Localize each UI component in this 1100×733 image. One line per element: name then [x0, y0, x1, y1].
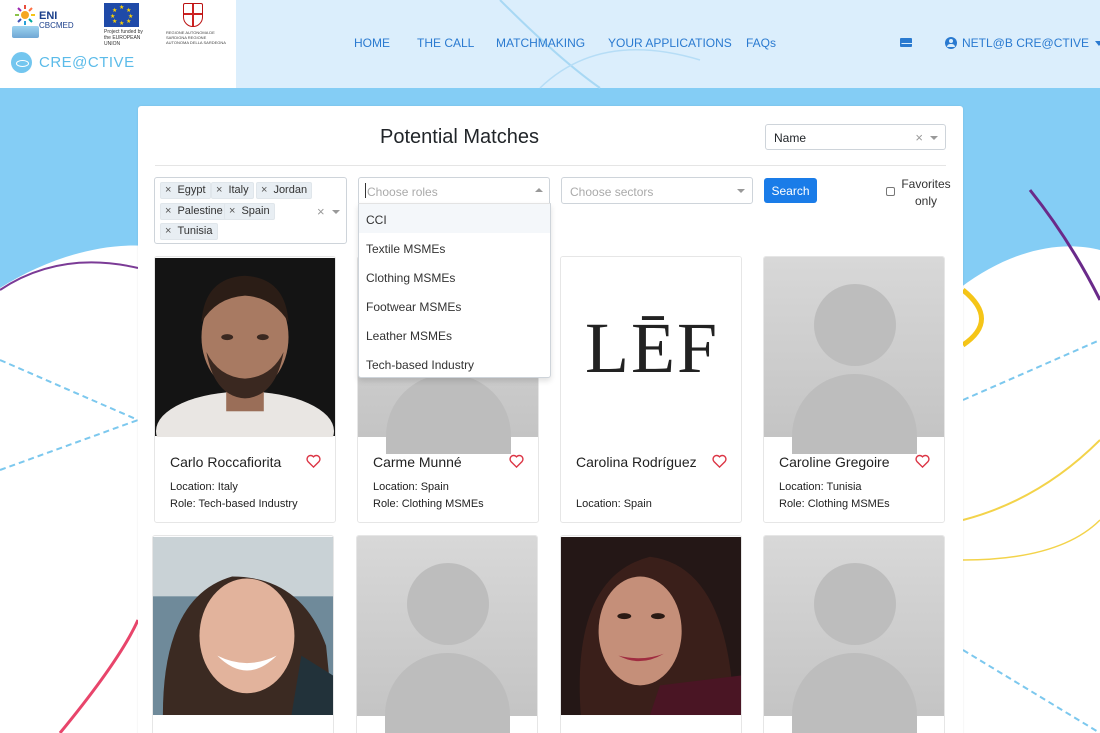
- profile-location: Location: Spain: [576, 498, 652, 510]
- sardegna-logo: REGIONE AUTONOMA DE SARDIGNA REGIONE AUT…: [166, 3, 226, 45]
- country-chip-spain: × Spain: [224, 203, 275, 220]
- mediterranean-map-icon: [12, 26, 39, 38]
- sort-clear-icon[interactable]: ×: [915, 130, 923, 145]
- nav-the-call[interactable]: THE CALL: [417, 36, 474, 50]
- profile-location: Location: Italy: [170, 481, 238, 493]
- chevron-down-icon: [930, 136, 938, 140]
- profile-card[interactable]: [152, 535, 334, 733]
- profile-photo: [155, 257, 335, 437]
- chevron-down-icon: [332, 210, 340, 214]
- heart-icon[interactable]: [915, 454, 930, 468]
- search-button[interactable]: Search: [764, 178, 817, 203]
- lef-logo-text: LĒF: [584, 308, 719, 388]
- profile-logo: LĒF: [561, 257, 741, 437]
- profile-card-carlo[interactable]: Carlo Roccafiorita Location: Italy Role:…: [154, 256, 336, 523]
- chip-remove-icon[interactable]: ×: [229, 205, 235, 217]
- heart-icon[interactable]: [712, 454, 727, 468]
- clear-all-icon[interactable]: ×: [317, 204, 325, 219]
- roles-placeholder: Choose roles: [367, 185, 438, 199]
- divider: [155, 165, 946, 166]
- profile-name: Carlo Roccafiorita: [170, 454, 282, 470]
- role-option-cci[interactable]: CCI: [359, 204, 550, 233]
- role-option-clothing[interactable]: Clothing MSMEs: [359, 262, 550, 291]
- profile-photo: [153, 536, 333, 716]
- profile-card-caroline[interactable]: Caroline Gregoire Location: Tunisia Role…: [763, 256, 945, 523]
- country-chip-egypt: × Egypt: [160, 182, 211, 199]
- profile-photo: [561, 536, 741, 716]
- role-option-footwear[interactable]: Footwear MSMEs: [359, 291, 550, 320]
- role-option-textile[interactable]: Textile MSMEs: [359, 233, 550, 262]
- sectors-placeholder: Choose sectors: [570, 185, 654, 199]
- role-option-leather[interactable]: Leather MSMEs: [359, 320, 550, 349]
- profile-name: Carolina Rodríguez: [576, 454, 697, 470]
- profile-location: Location: Tunisia: [779, 481, 862, 493]
- profile-role: Role: Clothing MSMEs: [779, 498, 890, 510]
- chevron-up-icon: [535, 188, 543, 192]
- profile-role: Role: Tech-based Industry: [170, 498, 298, 510]
- envelope-icon[interactable]: [900, 38, 913, 47]
- chip-remove-icon[interactable]: ×: [165, 184, 171, 196]
- nav-your-applications[interactable]: YOUR APPLICATIONS: [608, 36, 732, 50]
- eni-subtitle: CBCMED: [39, 21, 74, 30]
- default-avatar-icon: [764, 257, 944, 454]
- creactive-leaf-icon: [11, 52, 32, 73]
- profile-location: Location: Spain: [373, 481, 449, 493]
- chip-remove-icon[interactable]: ×: [216, 184, 222, 196]
- caret-down-icon: [1095, 40, 1100, 46]
- chip-remove-icon[interactable]: ×: [261, 184, 267, 196]
- user-label: NETL@B CRE@CTIVE: [962, 36, 1090, 50]
- default-avatar-icon: [357, 536, 537, 733]
- eu-flag-icon: ★ ★ ★ ★ ★ ★ ★ ★: [104, 3, 139, 27]
- chip-remove-icon[interactable]: ×: [165, 225, 171, 237]
- text-cursor: [365, 183, 366, 198]
- chevron-down-icon: [737, 189, 745, 193]
- country-chip-tunisia: × Tunisia: [160, 223, 218, 240]
- nav-home[interactable]: HOME: [354, 36, 390, 50]
- eu-caption: Project funded by the EUROPEAN UNION: [104, 29, 143, 47]
- sort-select[interactable]: Name ×: [765, 124, 946, 150]
- heart-icon[interactable]: [306, 454, 321, 468]
- sardegna-caption: REGIONE AUTONOMA DE SARDIGNA REGIONE AUT…: [166, 30, 226, 45]
- chip-remove-icon[interactable]: ×: [165, 205, 171, 217]
- sun-icon: [15, 5, 35, 25]
- profile-name: Caroline Gregoire: [779, 454, 890, 470]
- heart-icon[interactable]: [509, 454, 524, 468]
- default-avatar-icon: [764, 536, 944, 733]
- country-chip-jordan: × Jordan: [256, 182, 313, 199]
- country-chip-italy: × Italy: [211, 182, 254, 199]
- creactive-logo[interactable]: CRE@CTIVE: [11, 52, 135, 73]
- favorites-checkbox[interactable]: [886, 187, 895, 196]
- brand-name: CRE@CTIVE: [39, 54, 135, 71]
- user-circle-icon: [945, 37, 957, 49]
- sardegna-shield-icon: [183, 3, 203, 27]
- favorites-label: Favorites only: [901, 177, 951, 208]
- roles-search-input[interactable]: Choose roles: [358, 177, 550, 204]
- roles-dropdown-list: CCI Textile MSMEs Clothing MSMEs Footwea…: [358, 203, 551, 378]
- logo-panel: ENI CBCMED ★ ★ ★ ★ ★ ★ ★ ★ Project funded by…: [0, 0, 236, 88]
- eu-logo: ★ ★ ★ ★ ★ ★ ★ ★ Project funded by the EUROPE…: [104, 3, 144, 47]
- profile-name: Carme Munné: [373, 454, 462, 470]
- profile-card-carolina[interactable]: LĒF Carolina Rodríguez Location: Spain: [560, 256, 742, 523]
- sectors-select[interactable]: Choose sectors: [561, 177, 753, 204]
- user-menu[interactable]: NETL@B CRE@CTIVE: [945, 36, 1100, 50]
- country-chip-palestine: × Palestine: [160, 203, 228, 220]
- page-title: Potential Matches: [380, 126, 539, 148]
- nav-matchmaking[interactable]: MATCHMAKING: [496, 36, 585, 50]
- profile-card[interactable]: [560, 535, 742, 733]
- sort-value: Name: [774, 131, 807, 145]
- role-option-tech[interactable]: Tech-based Industry: [359, 349, 550, 378]
- profile-card[interactable]: [763, 535, 945, 733]
- profile-role: Role: Clothing MSMEs: [373, 498, 484, 510]
- nav-faqs[interactable]: FAQs: [746, 36, 776, 50]
- profile-card[interactable]: [356, 535, 538, 733]
